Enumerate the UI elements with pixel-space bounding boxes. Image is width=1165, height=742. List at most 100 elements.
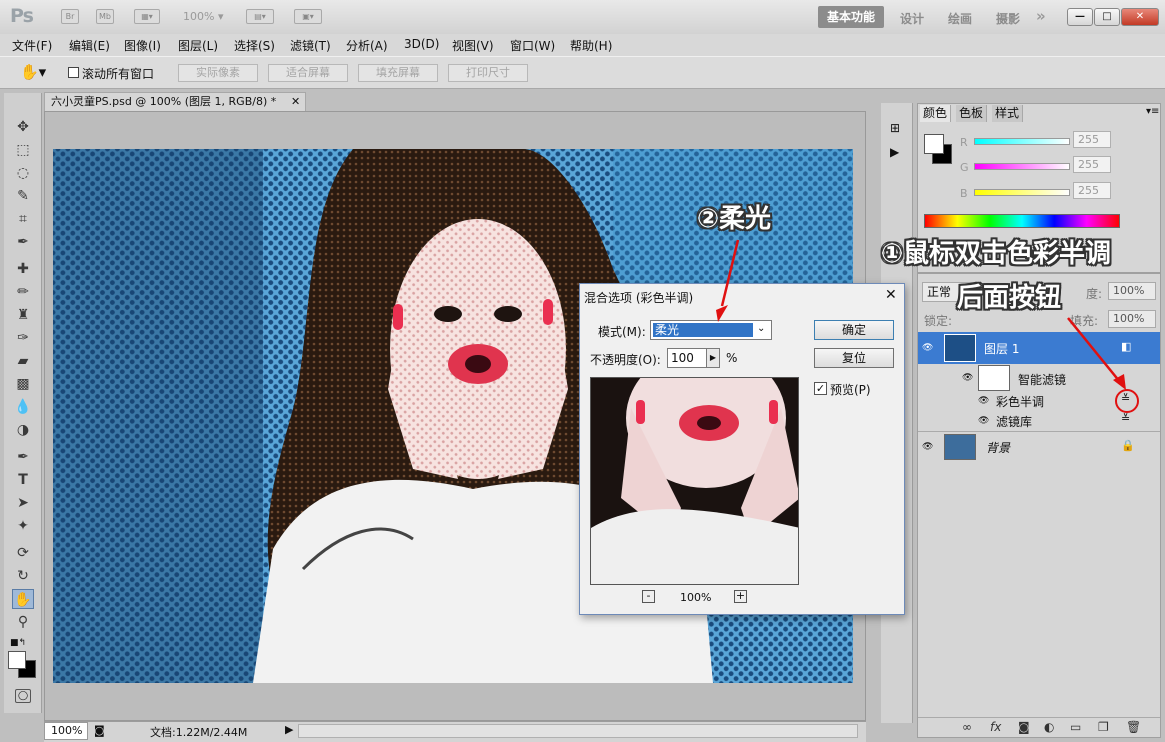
document-tab[interactable]: 六小灵童PS.psd @ 100% (图层 1, RGB/8) * ✕ [44, 92, 306, 111]
fill-screen-button[interactable]: 填充屏幕 [358, 64, 438, 82]
eyedropper-tool-icon[interactable]: ✒ [12, 232, 34, 252]
opacity-slider-arrow-icon[interactable]: ▶ [706, 348, 720, 368]
menu-3d[interactable]: 3D(D) [404, 37, 439, 51]
workspace-photography-button[interactable]: 摄影 [996, 10, 1020, 27]
menu-window[interactable]: 窗口(W) [510, 37, 555, 54]
b-slider[interactable] [974, 189, 1070, 196]
visibility-eye-icon[interactable]: 👁 [922, 343, 936, 353]
quick-mask-icon[interactable]: ◯ [15, 689, 31, 703]
lasso-tool-icon[interactable]: ◌ [12, 163, 34, 183]
new-group-icon[interactable]: ▭ [1070, 720, 1081, 734]
preview-checkbox[interactable]: ✓ [814, 382, 827, 395]
hand-tool-icon[interactable]: ✋ [12, 589, 34, 609]
opacity-input[interactable]: 100 [667, 348, 707, 368]
menu-select[interactable]: 选择(S) [234, 37, 275, 54]
healing-brush-tool-icon[interactable]: ✚ [12, 259, 34, 279]
print-size-button[interactable]: 打印尺寸 [448, 64, 528, 82]
blur-tool-icon[interactable]: 💧 [12, 397, 34, 417]
menu-image[interactable]: 图像(I) [124, 37, 161, 54]
crop-tool-icon[interactable]: ⌗ [12, 209, 34, 229]
visibility-eye-icon[interactable]: 👁 [978, 416, 992, 426]
tab-styles[interactable]: 样式 [992, 105, 1024, 122]
r-slider[interactable] [974, 138, 1070, 145]
tab-color[interactable]: 颜色 [920, 105, 952, 122]
eraser-tool-icon[interactable]: ▰ [12, 351, 34, 371]
close-button[interactable]: ✕ [1121, 8, 1159, 26]
g-slider[interactable] [974, 163, 1070, 170]
zoom-field[interactable]: 100% [44, 722, 88, 740]
move-tool-icon[interactable]: ✥ [12, 117, 34, 137]
r-value[interactable]: 255 [1073, 131, 1111, 148]
dialog-close-icon[interactable]: ✕ [885, 287, 897, 303]
layer-row-background[interactable]: 👁 背景 🔒 [918, 431, 1160, 461]
menu-filter[interactable]: 滤镜(T) [290, 37, 331, 54]
default-colors-icon[interactable]: ■↰ [10, 638, 26, 648]
shape-tool-icon[interactable]: ✦ [12, 516, 34, 536]
tab-swatches[interactable]: 色板 [956, 105, 988, 122]
actions-panel-icon[interactable]: ▶ [890, 145, 899, 159]
dodge-tool-icon[interactable]: ◑ [12, 420, 34, 440]
quick-selection-tool-icon[interactable]: ✎ [12, 186, 34, 206]
extras-icon[interactable]: ▣▾ [294, 9, 322, 24]
delete-layer-icon[interactable]: 🗑 [1126, 720, 1141, 734]
g-value[interactable]: 255 [1073, 156, 1111, 173]
workspace-essentials-button[interactable]: 基本功能 [818, 6, 884, 28]
layer-row-filter-gallery[interactable]: 👁 滤镜库 ≚ [918, 411, 1160, 431]
more-workspaces-icon[interactable]: » [1036, 7, 1046, 25]
menu-layer[interactable]: 图层(L) [178, 37, 218, 54]
close-document-icon[interactable]: ✕ [291, 93, 300, 111]
add-mask-icon[interactable]: ◙ [1018, 720, 1030, 734]
scroll-all-windows-checkbox[interactable] [68, 67, 79, 78]
layer-style-icon[interactable]: fx [990, 720, 1001, 734]
pen-tool-icon[interactable]: ✒ [12, 447, 34, 467]
fit-screen-button[interactable]: 适合屏幕 [268, 64, 348, 82]
arrange-documents-icon[interactable]: ▤▾ [246, 9, 274, 24]
workspace-painting-button[interactable]: 绘画 [948, 10, 972, 27]
menu-file[interactable]: 文件(F) [12, 37, 52, 54]
panel-menu-icon[interactable]: ▾≡ [1146, 106, 1159, 117]
link-layers-icon[interactable]: ∞ [962, 720, 972, 734]
layer-row-smart-filters[interactable]: 👁 智能滤镜 [918, 364, 1160, 392]
horizontal-scrollbar[interactable] [298, 724, 858, 738]
visibility-eye-icon[interactable]: 👁 [922, 442, 936, 452]
workspace-design-button[interactable]: 设计 [900, 10, 924, 27]
brush-tool-icon[interactable]: ✏ [12, 282, 34, 302]
menu-analysis[interactable]: 分析(A) [346, 37, 388, 54]
zoom-level-display[interactable]: 100% ▾ [183, 10, 223, 23]
layer-fill-field[interactable]: 100% [1108, 310, 1156, 328]
adjustment-layer-icon[interactable]: ◐ [1044, 720, 1054, 734]
status-info-icon[interactable]: ◙ [94, 724, 105, 737]
screen-mode-icon[interactable]: ▦▾ [134, 9, 160, 24]
minimize-button[interactable]: — [1067, 8, 1093, 26]
visibility-eye-icon[interactable]: 👁 [978, 396, 992, 406]
3d-orbit-tool-icon[interactable]: ↻ [12, 566, 34, 586]
maximize-button[interactable]: □ [1094, 8, 1120, 26]
zoom-tool-icon[interactable]: ⚲ [12, 612, 34, 632]
layer-opacity-field[interactable]: 100% [1108, 282, 1156, 300]
menu-edit[interactable]: 编辑(E) [69, 37, 110, 54]
layer-row-layer1[interactable]: 👁 图层 1 ◧ [918, 332, 1160, 364]
marquee-tool-icon[interactable]: ⬚ [12, 140, 34, 160]
status-menu-arrow-icon[interactable]: ▶ [285, 723, 293, 736]
bridge-icon[interactable]: Br [61, 9, 79, 24]
b-value[interactable]: 255 [1073, 182, 1111, 199]
actual-pixels-button[interactable]: 实际像素 [178, 64, 258, 82]
menu-help[interactable]: 帮助(H) [570, 37, 612, 54]
filter-blending-options-icon[interactable]: ≚ [1121, 412, 1130, 425]
zoom-in-button[interactable]: + [734, 590, 747, 603]
clone-stamp-tool-icon[interactable]: ♜ [12, 305, 34, 325]
hand-tool-preset-icon[interactable]: ✋▾ [20, 63, 46, 81]
history-panel-icon[interactable]: ⊞ [890, 121, 900, 135]
history-brush-tool-icon[interactable]: ✑ [12, 328, 34, 348]
new-layer-icon[interactable]: ❐ [1098, 720, 1109, 734]
menu-view[interactable]: 视图(V) [452, 37, 494, 54]
visibility-eye-icon[interactable]: 👁 [962, 373, 976, 383]
ok-button[interactable]: 确定 [814, 320, 894, 340]
mode-select[interactable]: 柔光 ⌄ [650, 320, 772, 340]
color-spectrum[interactable] [924, 214, 1120, 228]
mini-bridge-icon[interactable]: Mb [96, 9, 114, 24]
path-selection-tool-icon[interactable]: ➤ [12, 493, 34, 513]
3d-rotate-tool-icon[interactable]: ⟳ [12, 543, 34, 563]
foreground-color-swatch[interactable] [8, 651, 26, 669]
type-tool-icon[interactable]: T [12, 470, 34, 490]
